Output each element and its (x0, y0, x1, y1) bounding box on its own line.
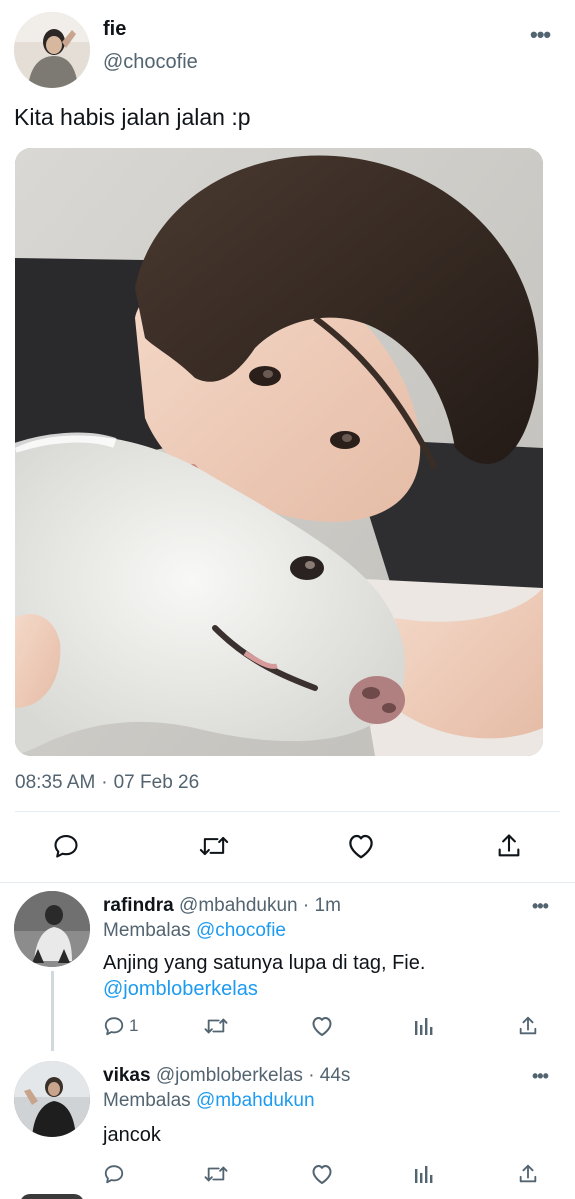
like-icon[interactable] (310, 1013, 334, 1039)
reply-author-name[interactable]: rafindra (103, 895, 174, 916)
reply-avatar[interactable] (14, 891, 90, 967)
share-icon[interactable] (489, 826, 529, 866)
tweet-timestamp[interactable]: 08:35 AM · 07 Feb 26 (15, 772, 199, 794)
reply-avatar[interactable] (14, 1061, 90, 1137)
more-icon[interactable]: ••• (530, 22, 551, 48)
reply-text: Anjing yang satunya lupa di tag, Fie. @j… (103, 950, 543, 1002)
reply-time[interactable]: 1m (315, 895, 341, 916)
retweet-icon[interactable] (203, 1161, 229, 1187)
reply-text: jancok (103, 1122, 543, 1148)
reply-actions: 1 (103, 1013, 543, 1041)
reply-count: 1 (129, 1016, 139, 1035)
replying-label: Membalas (103, 1090, 191, 1111)
more-icon[interactable]: ••• (532, 1066, 549, 1087)
tweet-photo[interactable] (15, 148, 543, 756)
next-reply-avatar[interactable] (20, 1194, 84, 1199)
reply-icon[interactable]: 1 (103, 1013, 138, 1039)
reply-icon[interactable] (46, 826, 86, 866)
replying-to: Membalas @chocofie (103, 920, 286, 942)
reply-icon[interactable] (103, 1161, 125, 1187)
like-icon[interactable] (310, 1161, 334, 1187)
replying-mention[interactable]: @chocofie (196, 920, 286, 941)
tweet-time: 08:35 AM (15, 772, 96, 793)
reply-header: rafindra @mbahdukun · 1m (103, 895, 341, 917)
replying-to: Membalas @mbahdukun (103, 1090, 315, 1112)
replying-mention[interactable]: @mbahdukun (196, 1090, 315, 1111)
meta-separator: · (101, 772, 108, 793)
tweet-date: 07 Feb 26 (113, 772, 200, 793)
divider (15, 811, 560, 812)
analytics-icon[interactable] (414, 1161, 434, 1187)
tweet-actions (0, 826, 575, 868)
reply-body: Anjing yang satunya lupa di tag, Fie. (103, 952, 426, 974)
tweet-text: Kita habis jalan jalan :p (14, 104, 251, 130)
author-name[interactable]: fie (103, 18, 126, 41)
reply-header: vikas @jombloberkelas · 44s (103, 1065, 350, 1087)
author-avatar[interactable] (14, 12, 90, 88)
more-icon[interactable]: ••• (532, 896, 549, 917)
retweet-icon[interactable] (194, 826, 234, 866)
analytics-icon[interactable] (414, 1013, 434, 1039)
reply-body: jancok (103, 1124, 161, 1146)
header-separator: · (302, 895, 310, 916)
like-icon[interactable] (341, 826, 381, 866)
reply-tweet: vikas @jombloberkelas · 44s ••• Membalas… (0, 1053, 575, 1199)
reply-time[interactable]: 44s (320, 1065, 351, 1086)
retweet-icon[interactable] (203, 1013, 229, 1039)
reply-tweet: rafindra @mbahdukun · 1m ••• Membalas @c… (0, 883, 575, 1053)
author-handle[interactable]: @chocofie (103, 51, 198, 74)
header-separator: · (308, 1065, 315, 1086)
reply-author-handle[interactable]: @mbahdukun (179, 895, 298, 916)
share-icon[interactable] (517, 1161, 539, 1187)
thread-line (51, 971, 54, 1051)
replying-label: Membalas (103, 920, 191, 941)
share-icon[interactable] (517, 1013, 539, 1039)
reply-actions (103, 1161, 543, 1189)
reply-author-name[interactable]: vikas (103, 1065, 151, 1086)
reply-author-handle[interactable]: @jombloberkelas (156, 1065, 303, 1086)
reply-mention[interactable]: @jombloberkelas (103, 976, 543, 1002)
